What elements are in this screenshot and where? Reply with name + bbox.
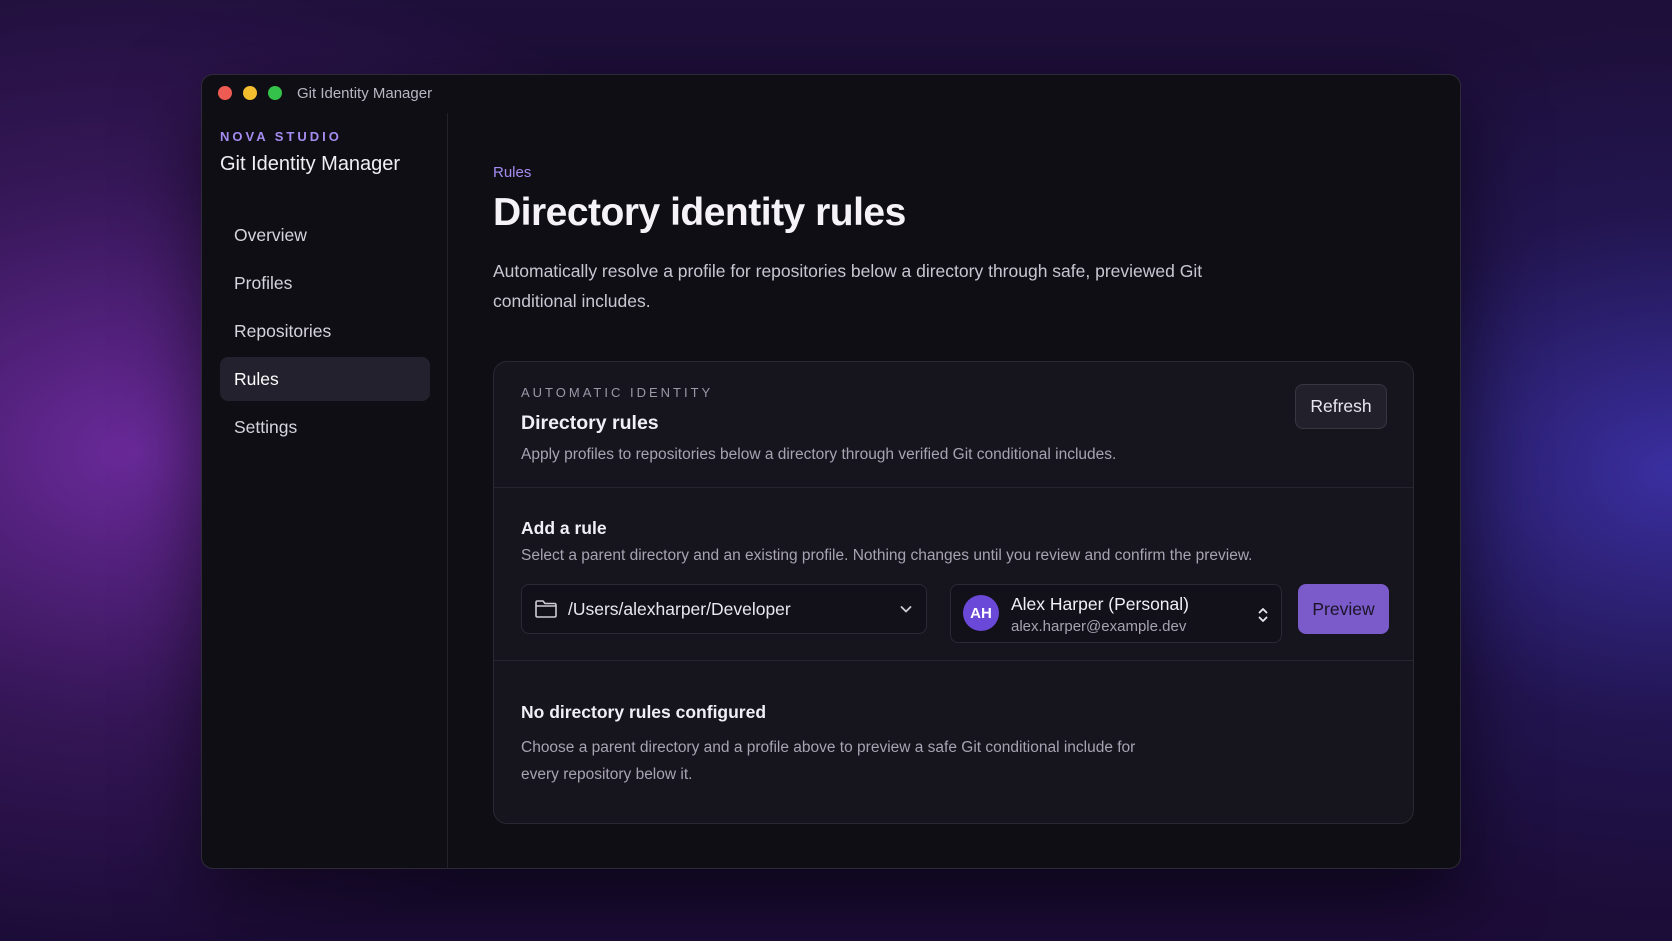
breadcrumb[interactable]: Rules bbox=[493, 164, 531, 181]
profile-email: alex.harper@example.dev bbox=[1011, 618, 1187, 635]
sidebar: NOVA STUDIO Git Identity Manager Overvie… bbox=[202, 113, 448, 868]
main-content: Rules Directory identity rules Automatic… bbox=[448, 113, 1460, 868]
preview-button[interactable]: Preview bbox=[1298, 584, 1389, 634]
card-description: Apply profiles to repositories below a d… bbox=[521, 446, 1117, 463]
sidebar-item-repositories[interactable]: Repositories bbox=[220, 309, 430, 353]
add-rule-section: Add a rule Select a parent directory and… bbox=[494, 488, 1413, 661]
window-title: Git Identity Manager bbox=[297, 85, 433, 102]
profile-select[interactable]: AH Alex Harper (Personal) alex.harper@ex… bbox=[950, 584, 1282, 643]
empty-state-description: Choose a parent directory and a profile … bbox=[521, 739, 1136, 783]
refresh-button[interactable]: Refresh bbox=[1295, 384, 1387, 429]
directory-value: /Users/alexharper/Developer bbox=[568, 599, 791, 619]
empty-state-title: No directory rules configured bbox=[521, 702, 767, 722]
sidebar-item-profiles[interactable]: Profiles bbox=[220, 261, 430, 305]
chevron-down-icon bbox=[900, 606, 912, 613]
chevron-updown-icon bbox=[1258, 608, 1268, 622]
avatar: AH bbox=[963, 595, 999, 631]
card-header: AUTOMATIC IDENTITY Directory rules Apply… bbox=[494, 362, 1413, 488]
sidebar-item-rules[interactable]: Rules bbox=[220, 357, 430, 401]
page-title: Directory identity rules bbox=[493, 191, 906, 234]
sidebar-item-settings[interactable]: Settings bbox=[220, 405, 430, 449]
card-title: Directory rules bbox=[521, 412, 659, 434]
brand-kicker: NOVA STUDIO bbox=[220, 129, 342, 144]
page-description: Automatically resolve a profile for repo… bbox=[493, 261, 1203, 311]
title-bar: Git Identity Manager bbox=[202, 75, 1460, 113]
minimize-window-button[interactable] bbox=[243, 86, 257, 100]
sidebar-nav: Overview Profiles Repositories Rules Set… bbox=[220, 213, 430, 453]
app-name: Git Identity Manager bbox=[220, 153, 401, 175]
directory-select[interactable]: /Users/alexharper/Developer bbox=[521, 584, 927, 634]
directory-rules-card: AUTOMATIC IDENTITY Directory rules Apply… bbox=[493, 361, 1414, 824]
zoom-window-button[interactable] bbox=[268, 86, 282, 100]
add-rule-description: Select a parent directory and an existin… bbox=[521, 547, 1253, 564]
profile-name: Alex Harper (Personal) bbox=[1011, 594, 1189, 614]
app-window: Git Identity Manager NOVA STUDIO Git Ide… bbox=[201, 74, 1461, 869]
section-kicker: AUTOMATIC IDENTITY bbox=[521, 385, 714, 400]
close-window-button[interactable] bbox=[218, 86, 232, 100]
sidebar-item-overview[interactable]: Overview bbox=[220, 213, 430, 257]
add-rule-title: Add a rule bbox=[521, 518, 607, 538]
folder-icon bbox=[535, 600, 557, 618]
